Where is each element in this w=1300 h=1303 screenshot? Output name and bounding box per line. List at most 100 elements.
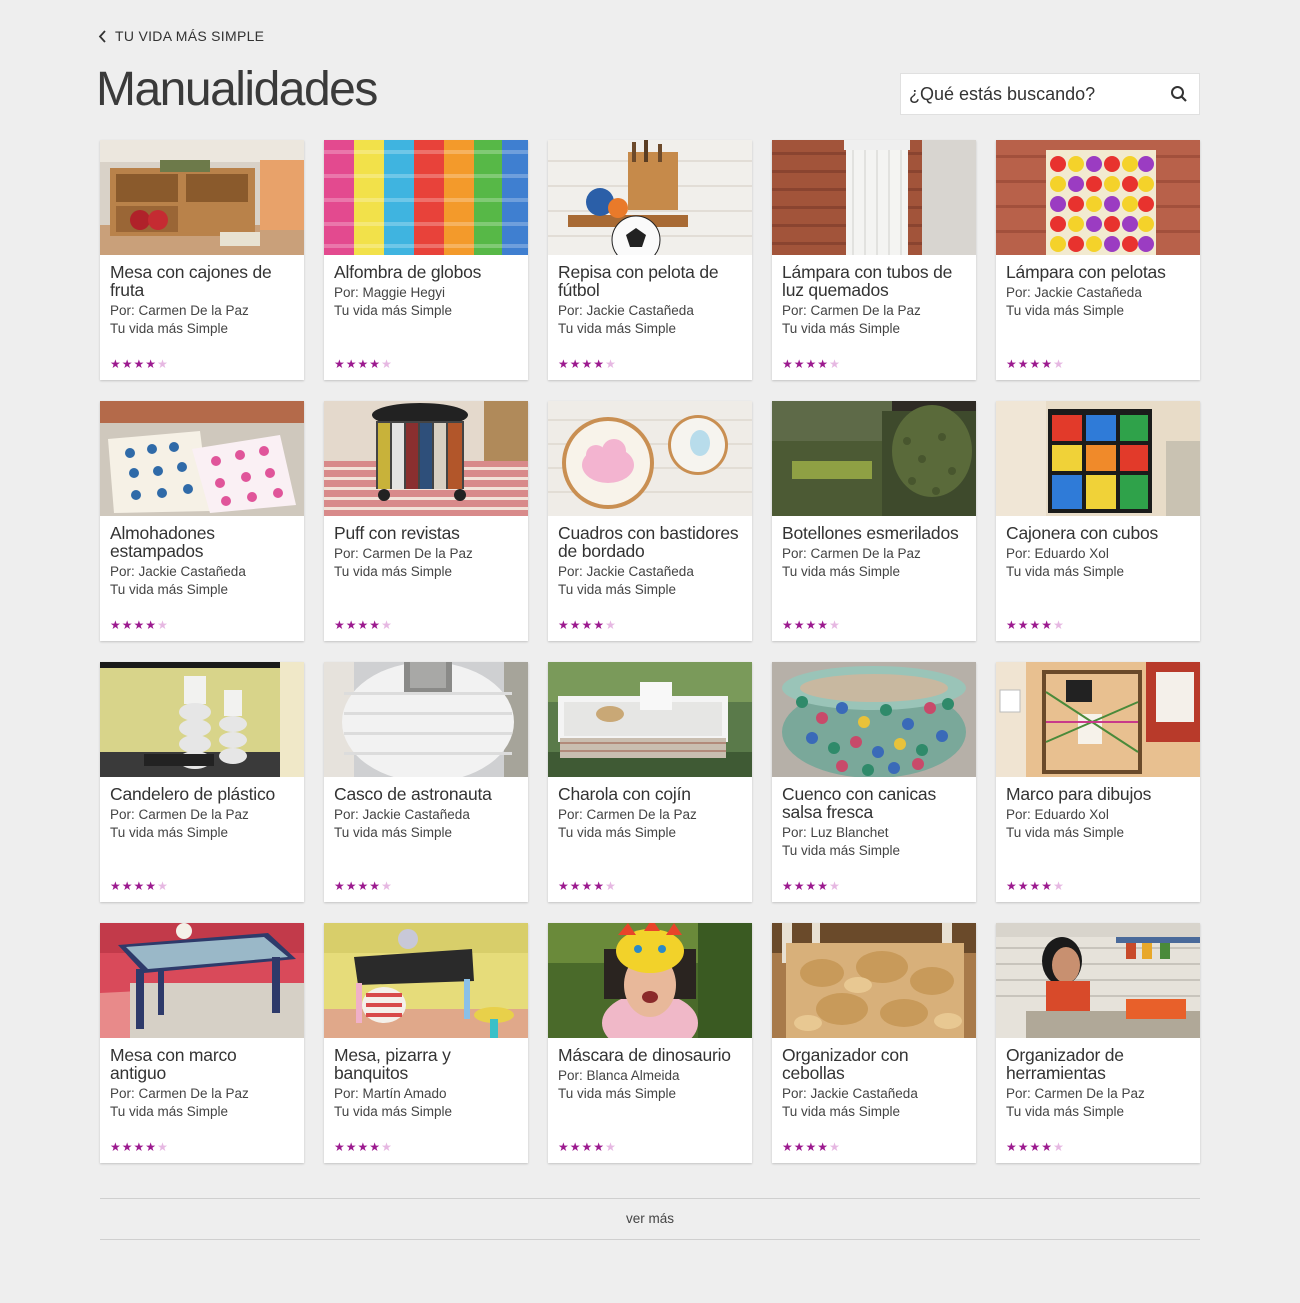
card-title: Mesa con marco antiguo — [110, 1045, 237, 1083]
card-author: Por: Carmen De la Paz — [782, 546, 921, 561]
card-author: Por: Carmen De la Paz — [110, 807, 249, 822]
project-card[interactable]: Charola con cojín Por: Carmen De la Paz … — [548, 662, 752, 902]
star-empty-icon: ★ — [1053, 357, 1064, 371]
card-thumbnail — [548, 401, 752, 516]
project-card[interactable]: Lámpara con pelotas Por: Jackie Castañed… — [996, 140, 1200, 380]
star-filled-icon: ★ — [593, 618, 605, 632]
card-title: Almohadones estampados — [110, 523, 215, 561]
card-thumbnail — [772, 401, 976, 516]
star-empty-icon: ★ — [157, 357, 168, 371]
star-empty-icon: ★ — [1053, 1140, 1064, 1154]
project-card[interactable]: Marco para dibujos Por: Eduardo Xol Tu v… — [996, 662, 1200, 902]
card-title: Cajonera con cubos — [1006, 523, 1159, 543]
project-card[interactable]: Almohadones estampados Por: Jackie Casta… — [100, 401, 304, 641]
card-source: Tu vida más Simple — [334, 564, 453, 579]
star-filled-icon: ★ — [357, 618, 369, 632]
card-source: Tu vida más Simple — [1006, 1104, 1125, 1119]
card-author: Por: Jackie Castañeda — [782, 1086, 918, 1101]
star-empty-icon: ★ — [381, 357, 392, 371]
card-title: Marco para dibujos — [1006, 784, 1152, 804]
card-source: Tu vida más Simple — [1006, 564, 1125, 579]
card-source: Tu vida más Simple — [782, 1104, 901, 1119]
search-button[interactable] — [1159, 74, 1199, 114]
card-author: Por: Martín Amado — [334, 1086, 447, 1101]
star-filled-icon: ★ — [782, 1140, 793, 1154]
project-card[interactable]: Botellones esmerilados Por: Carmen De la… — [772, 401, 976, 641]
star-filled-icon: ★ — [1017, 1140, 1029, 1154]
back-link-label: TU VIDA MÁS SIMPLE — [115, 28, 265, 44]
card-author: Por: Carmen De la Paz — [334, 546, 473, 561]
star-rating: ★ ★ ★ ★ ★ — [1006, 1141, 1064, 1153]
star-filled-icon: ★ — [1006, 357, 1017, 371]
card-thumbnail — [996, 923, 1200, 1038]
star-filled-icon: ★ — [345, 618, 357, 632]
star-filled-icon: ★ — [805, 618, 817, 632]
card-title: Cuenco con canicas salsa fresca — [782, 784, 936, 822]
star-filled-icon: ★ — [782, 357, 793, 371]
project-card[interactable]: Organizador con cebollas Por: Jackie Cas… — [772, 923, 976, 1163]
project-card[interactable]: Casco de astronauta Por: Jackie Castañed… — [324, 662, 528, 902]
project-card[interactable]: Repisa con pelota de fútbol Por: Jackie … — [548, 140, 752, 380]
card-source: Tu vida más Simple — [110, 1104, 229, 1119]
project-card[interactable]: Cuenco con canicas salsa fresca Por: Luz… — [772, 662, 976, 902]
project-card[interactable]: Alfombra de globos Por: Maggie Hegyi Tu … — [324, 140, 528, 380]
back-link[interactable]: TU VIDA MÁS SIMPLE — [98, 28, 264, 44]
project-card[interactable]: Candelero de plástico Por: Carmen De la … — [100, 662, 304, 902]
star-filled-icon: ★ — [133, 1140, 145, 1154]
star-filled-icon: ★ — [357, 879, 369, 893]
card-title: Cuadros con bastidores de bordado — [558, 523, 739, 561]
star-empty-icon: ★ — [381, 618, 392, 632]
star-filled-icon: ★ — [1041, 879, 1053, 893]
star-filled-icon: ★ — [369, 1140, 381, 1154]
card-source: Tu vida más Simple — [334, 1104, 453, 1119]
project-card[interactable]: Mesa con marco antiguo Por: Carmen De la… — [100, 923, 304, 1163]
star-filled-icon: ★ — [805, 879, 817, 893]
project-card[interactable]: Puff con revistas Por: Carmen De la Paz … — [324, 401, 528, 641]
star-filled-icon: ★ — [133, 357, 145, 371]
star-filled-icon: ★ — [334, 357, 345, 371]
star-empty-icon: ★ — [157, 1140, 168, 1154]
star-filled-icon: ★ — [345, 357, 357, 371]
search-box — [900, 73, 1200, 115]
project-card[interactable]: Cuadros con bastidores de bordado Por: J… — [548, 401, 752, 641]
card-thumbnail — [100, 140, 304, 255]
card-source: Tu vida más Simple — [1006, 825, 1125, 840]
card-title: Organizador de herramientas — [1006, 1045, 1124, 1083]
card-title: Lámpara con pelotas — [1006, 262, 1166, 282]
card-author: Por: Blanca Almeida — [558, 1068, 680, 1083]
star-filled-icon: ★ — [1041, 357, 1053, 371]
card-thumbnail — [772, 923, 976, 1038]
divider-bottom — [100, 1239, 1200, 1240]
project-card[interactable]: Lámpara con tubos de luz quemados Por: C… — [772, 140, 976, 380]
star-filled-icon: ★ — [569, 1140, 581, 1154]
card-title: Repisa con pelota de fútbol — [558, 262, 719, 300]
project-card[interactable]: Mesa con cajones de fruta Por: Carmen De… — [100, 140, 304, 380]
star-filled-icon: ★ — [145, 879, 157, 893]
star-rating: ★ ★ ★ ★ ★ — [334, 358, 392, 370]
star-empty-icon: ★ — [1053, 879, 1064, 893]
card-source: Tu vida más Simple — [334, 303, 453, 318]
star-filled-icon: ★ — [110, 618, 121, 632]
star-rating: ★ ★ ★ ★ ★ — [334, 1141, 392, 1153]
star-rating: ★ ★ ★ ★ ★ — [334, 619, 392, 631]
star-filled-icon: ★ — [569, 879, 581, 893]
card-thumbnail — [324, 140, 528, 255]
project-card[interactable]: Organizador de herramientas Por: Carmen … — [996, 923, 1200, 1163]
card-thumbnail — [996, 140, 1200, 255]
load-more-link[interactable]: ver más — [0, 1211, 1300, 1226]
project-card[interactable]: Cajonera con cubos Por: Eduardo Xol Tu v… — [996, 401, 1200, 641]
star-filled-icon: ★ — [581, 357, 593, 371]
star-rating: ★ ★ ★ ★ ★ — [782, 880, 840, 892]
star-filled-icon: ★ — [593, 357, 605, 371]
search-input[interactable] — [901, 74, 1159, 114]
star-rating: ★ ★ ★ ★ ★ — [1006, 358, 1064, 370]
star-filled-icon: ★ — [793, 357, 805, 371]
star-rating: ★ ★ ★ ★ ★ — [782, 1141, 840, 1153]
star-rating: ★ ★ ★ ★ ★ — [110, 619, 168, 631]
card-author: Por: Jackie Castañeda — [558, 303, 694, 318]
project-card[interactable]: Máscara de dinosaurio Por: Blanca Almeid… — [548, 923, 752, 1163]
project-card[interactable]: Mesa, pizarra y banquitos Por: Martín Am… — [324, 923, 528, 1163]
star-filled-icon: ★ — [1041, 1140, 1053, 1154]
card-source: Tu vida más Simple — [110, 321, 229, 336]
card-source: Tu vida más Simple — [558, 1086, 677, 1101]
